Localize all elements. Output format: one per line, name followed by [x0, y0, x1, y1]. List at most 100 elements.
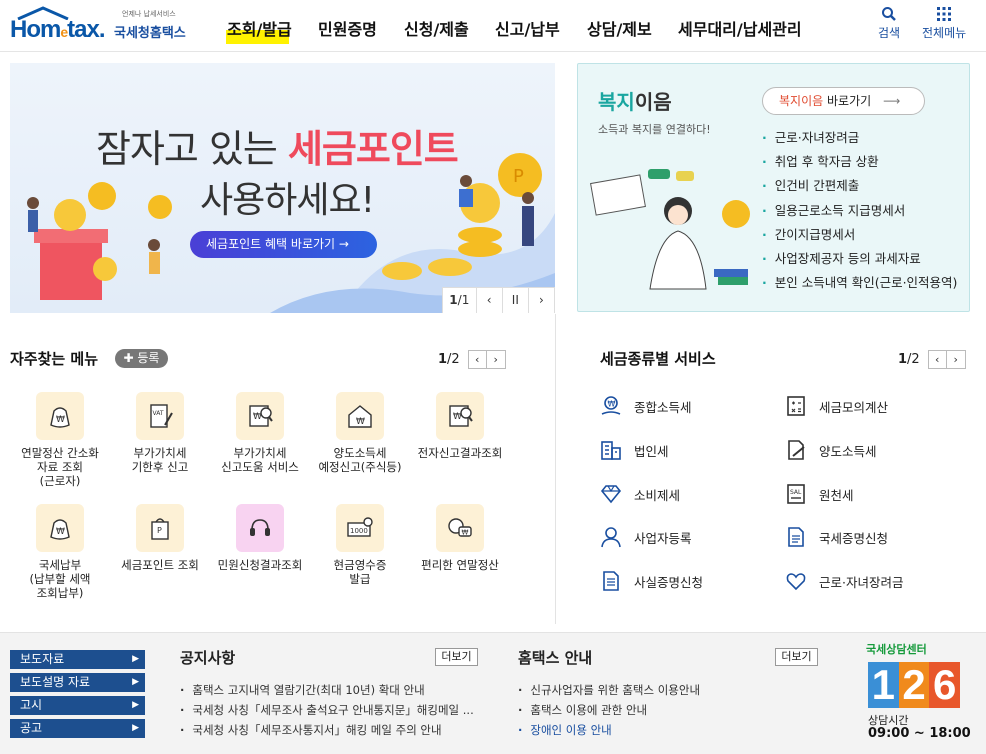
banner-prev-button[interactable]: ‹ [477, 288, 503, 313]
tax-service-label: 사실증명신청 [634, 574, 704, 590]
frequent-next-button[interactable]: › [486, 350, 506, 369]
welfare-title: 복지이음 [598, 90, 672, 114]
welfare-item[interactable]: 근로·자녀장려금 [762, 126, 957, 150]
logo-tagline: 언제나 납세서비스 [122, 10, 176, 18]
tax-service-label: 양도소득세 [819, 443, 877, 459]
frequent-item-label: 양도소득세 [333, 446, 387, 460]
notice-item[interactable]: 국세청 사칭「세무조사 출석요구 안내통지문」해킹메일 ... [180, 700, 473, 720]
side-link-announcement[interactable]: 공고 ▶ [10, 719, 145, 738]
svg-text:₩: ₩ [608, 400, 616, 409]
search-icon [882, 7, 896, 21]
nav-application[interactable]: 신청/제출 [404, 16, 469, 40]
frequent-menu-title: 자주찾는 메뉴 [10, 350, 99, 368]
nav-inquiry[interactable]: 조회/발급 [227, 16, 292, 40]
welfare-link-box: 복지이음 소득과 복지를 연결하다! 복지이음 바로가기⟶ 근로·자녀장려금 취… [577, 63, 970, 312]
welfare-item[interactable]: 인건비 간편제출 [762, 174, 957, 198]
welfare-go-button[interactable]: 복지이음 바로가기 ⟶ [762, 87, 925, 115]
chat-won-icon: ₩ [436, 504, 484, 552]
welfare-illustration [590, 169, 750, 290]
frequent-item-civil-result[interactable]: 민원신청결과조회 [210, 504, 310, 572]
welfare-item[interactable]: 사업장제공자 등의 과세자료 [762, 247, 957, 271]
frequent-item-label: 부가가치세 [133, 446, 187, 460]
notice-item[interactable]: 홈택스 고지내역 열람기간(최대 10년) 확대 안내 [180, 680, 474, 700]
call-center-digit: 6 [929, 661, 961, 708]
welfare-item[interactable]: 취업 후 학자금 상환 [762, 150, 957, 174]
svg-text:SAL: SAL [790, 489, 802, 496]
tax-service-certificate[interactable]: 국세증명신청 [783, 524, 888, 550]
side-link-notice[interactable]: 고시 ▶ [10, 696, 145, 715]
tax-service-income[interactable]: ₩ 종합소득세 [598, 393, 692, 419]
side-link-label: 보도자료 [20, 652, 65, 666]
banner-subline: 사용하세요! [200, 180, 375, 221]
frequent-item-tax-point[interactable]: P 세금포인트 조회 [110, 504, 210, 572]
result-search-icon: ₩ [436, 392, 484, 440]
banner-next-button[interactable]: › [529, 288, 555, 313]
heart-hands-icon [783, 568, 809, 594]
guide-list: 신규사업자를 위한 홈택스 이용안내 홈택스 이용에 관한 안내 장애인 이용 … [518, 680, 700, 740]
frequent-item-vat-late[interactable]: VAT 부가가치세 기한후 신고 [110, 392, 210, 474]
call-center-number[interactable]: 1 2 6 [868, 661, 961, 708]
side-link-press[interactable]: 보도자료 ▶ [10, 650, 145, 669]
svg-text:₩: ₩ [356, 417, 365, 427]
frequent-item-payment[interactable]: ₩ 국세납부 (납부할 세액 조회납부) [10, 504, 110, 600]
welfare-item[interactable]: 일용근로소득 지급명세서 [762, 199, 957, 223]
side-link-label: 공고 [20, 721, 43, 735]
nav-filing[interactable]: 신고/납부 [495, 16, 560, 40]
tax-point-banner[interactable]: P 잠자고 있는 세금포인트 사용하세요! 세금포인트 혜택 바로가기 → 1/… [10, 63, 555, 313]
frequent-item-label: 부가가치세 [233, 446, 287, 460]
nav-consult[interactable]: 상담/제보 [587, 16, 652, 40]
frequent-item-transfer[interactable]: ₩ 양도소득세 예정신고(주식등) [310, 392, 410, 474]
welfare-item[interactable]: 본인 소득내역 확인(근로·인적용역) [762, 271, 958, 295]
guide-item[interactable]: 신규사업자를 위한 홈택스 이용안내 [518, 680, 700, 700]
frequent-prev-button[interactable]: ‹ [467, 350, 487, 369]
tax-service-business-reg[interactable]: 사업자등록 [598, 524, 692, 550]
nav-agent[interactable]: 세무대리/납세관리 [678, 16, 802, 40]
svg-text:1000: 1000 [350, 527, 368, 535]
svg-text:₩: ₩ [56, 527, 65, 537]
tax-services-next-button[interactable]: › [946, 350, 966, 369]
guide-item[interactable]: 홈택스 이용에 관한 안내 [518, 700, 700, 720]
banner-cta-button[interactable]: 세금포인트 혜택 바로가기 → [190, 231, 377, 258]
banner-page-indicator: 1/1 [443, 288, 477, 313]
tax-services-prev-button[interactable]: ‹ [927, 350, 947, 369]
register-button[interactable]: ✚ 등록 [115, 349, 168, 368]
welfare-subtitle: 소득과 복지를 연결하다! [598, 123, 711, 136]
search-button[interactable]: 검색 [878, 6, 900, 41]
frequent-item-label: 현금영수증 [333, 558, 387, 572]
guide-more-button[interactable]: 더보기 [775, 648, 818, 666]
frequent-item-label: (근로자) [39, 474, 81, 488]
welfare-item[interactable]: 간이지급명세서 [762, 223, 957, 247]
tax-service-fact[interactable]: 사실증명신청 [598, 568, 703, 594]
svg-text:VAT: VAT [153, 410, 164, 417]
svg-text:P: P [157, 526, 162, 535]
frequent-item-label: 조회납부) [36, 586, 84, 600]
tax-service-transfer[interactable]: 양도소득세 [783, 437, 877, 463]
tax-service-simulation[interactable]: 세금모의계산 [783, 393, 888, 419]
frequent-item-e-result[interactable]: ₩ 전자신고결과조회 [410, 392, 510, 460]
document-edit-icon [783, 437, 809, 463]
frequent-item-label: 민원신청결과조회 [217, 558, 303, 572]
frequent-item-cash-receipt[interactable]: 1000 현금영수증 발급 [310, 504, 410, 586]
tax-services-title: 세금종류별 서비스 [600, 350, 716, 368]
tax-service-withholding[interactable]: SAL 원천세 [783, 481, 854, 507]
frequent-item-vat-help[interactable]: ₩ 부가가치세 신고도움 서비스 [210, 392, 310, 474]
frequent-item-yearend[interactable]: ₩ 연말정산 간소화 자료 조회 (근로자) [10, 392, 110, 488]
hometax-logo[interactable]: Hometax. 언제나 납세서비스 국세청홈택스 [10, 6, 195, 46]
tax-service-label: 소비제세 [634, 487, 681, 503]
notice-more-button[interactable]: 더보기 [435, 648, 478, 666]
call-center-digit: 1 [868, 661, 899, 708]
frequent-item-easy-yearend[interactable]: ₩ 편리한 연말정산 [410, 504, 510, 572]
banner-pause-button[interactable]: II [503, 288, 529, 313]
frequent-item-label: 발급 [349, 572, 371, 586]
tax-service-consumption[interactable]: 소비제세 [598, 481, 680, 507]
notice-item[interactable]: 국세청 사칭「세무조사통지서」해킹 메일 주의 안내 [180, 720, 474, 740]
tax-service-corporate[interactable]: 법인세 [598, 437, 669, 463]
grid-menu-icon [937, 7, 952, 21]
guide-item[interactable]: 장애인 이용 안내 [518, 720, 700, 740]
all-menu-button[interactable]: 전체메뉴 [922, 6, 966, 41]
tax-service-earned-credit[interactable]: 근로·자녀장려금 [783, 568, 903, 594]
frequent-item-label: 신고도움 서비스 [221, 460, 299, 474]
arrow-right-icon: ⟶ [883, 94, 901, 108]
side-link-press-explain[interactable]: 보도설명 자료 ▶ [10, 673, 145, 692]
nav-certificate[interactable]: 민원증명 [318, 16, 377, 40]
